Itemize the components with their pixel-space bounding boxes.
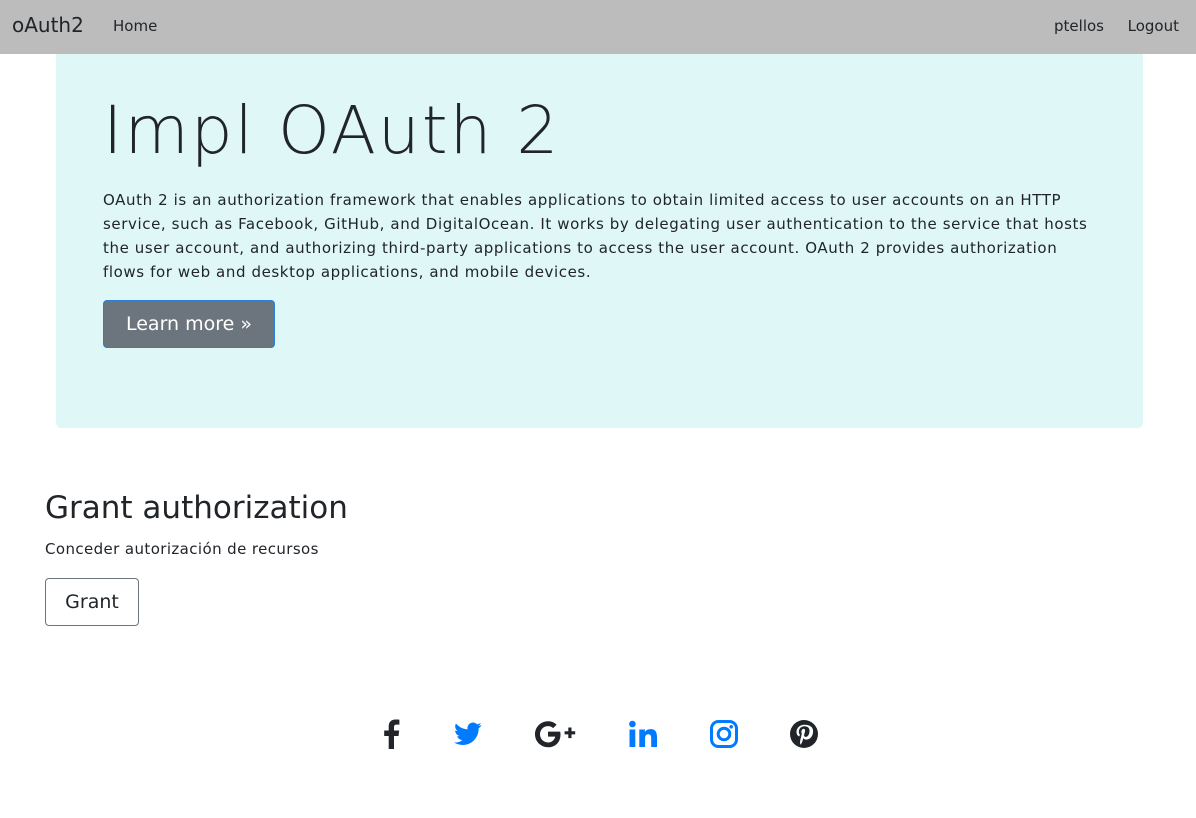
hero-description: OAuth 2 is an authorization framework th… <box>103 191 1088 281</box>
hero-title: Impl OAuth 2 <box>103 92 561 169</box>
google-plus-icon[interactable] <box>533 714 579 754</box>
pinterest-icon[interactable] <box>787 714 821 754</box>
nav-user-link[interactable]: ptellos <box>1054 17 1104 35</box>
facebook-icon[interactable] <box>378 714 404 754</box>
grant-button[interactable]: Grant <box>45 578 139 626</box>
nav-home-link[interactable]: Home <box>113 17 157 35</box>
top-navbar: oAuth2 Home ptellos Logout <box>0 0 1196 54</box>
nav-logout-link[interactable]: Logout <box>1128 17 1179 35</box>
twitter-icon[interactable] <box>451 714 485 754</box>
hero-jumbotron: Impl OAuth 2 OAuth 2 is an authorization… <box>56 54 1143 428</box>
grant-section-title: Grant authorization <box>45 490 348 526</box>
grant-section-description: Conceder autorización de recursos <box>45 540 319 558</box>
brand-link[interactable]: oAuth2 <box>12 13 84 37</box>
instagram-icon[interactable] <box>707 714 741 754</box>
learn-more-button[interactable]: Learn more » <box>103 300 275 348</box>
linkedin-icon[interactable] <box>626 714 660 754</box>
